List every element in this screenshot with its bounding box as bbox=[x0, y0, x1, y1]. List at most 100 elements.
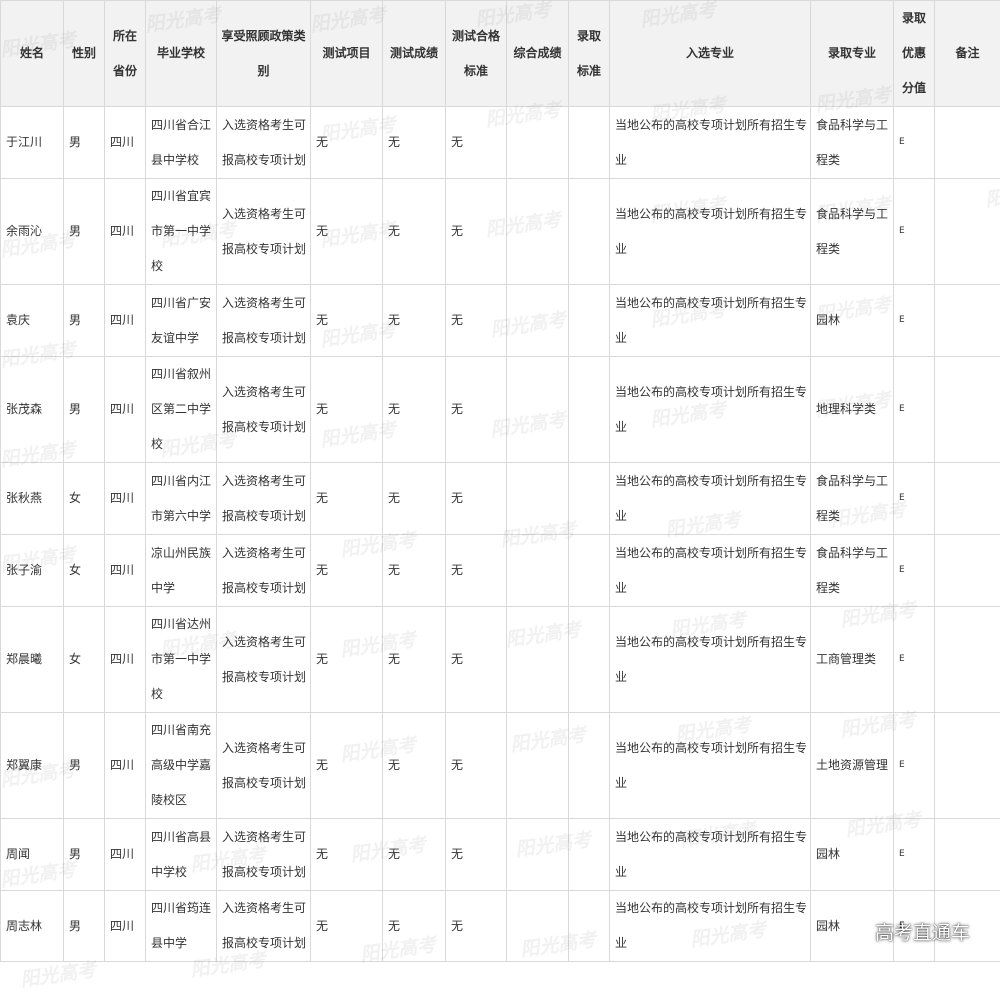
cell-gender: 男 bbox=[64, 107, 105, 179]
cell-composite-score bbox=[507, 607, 569, 713]
cell-selected-major: 当地公布的高校专项计划所有招生专业 bbox=[610, 819, 811, 891]
cell-school: 四川省高县中学校 bbox=[146, 819, 217, 891]
cell-pass-standard: 无 bbox=[446, 607, 507, 713]
cell-province: 四川 bbox=[105, 713, 146, 819]
cell-composite-score bbox=[507, 535, 569, 607]
cell-school: 凉山州民族中学 bbox=[146, 535, 217, 607]
cell-admission-standard bbox=[569, 607, 610, 713]
cell-remarks bbox=[935, 179, 1000, 285]
cell-admitted-major: 地理科学类 bbox=[811, 357, 894, 463]
cell-school: 四川省筠连县中学 bbox=[146, 891, 217, 962]
cell-test-item: 无 bbox=[311, 535, 383, 607]
cell-pass-standard: 无 bbox=[446, 891, 507, 962]
cell-pass-standard: 无 bbox=[446, 357, 507, 463]
cell-test-score: 无 bbox=[383, 357, 446, 463]
cell-school: 四川省叙州区第二中学校 bbox=[146, 357, 217, 463]
header-school: 毕业学校 bbox=[146, 1, 217, 107]
cell-school: 四川省达州市第一中学校 bbox=[146, 607, 217, 713]
cell-policy-category: 入选资格考生可报高校专项计划 bbox=[217, 891, 311, 962]
cell-name: 郑翼康 bbox=[1, 713, 64, 819]
header-selected-major: 入选专业 bbox=[610, 1, 811, 107]
cell-policy-category: 入选资格考生可报高校专项计划 bbox=[217, 713, 311, 819]
cell-admission-standard bbox=[569, 285, 610, 357]
cell-composite-score bbox=[507, 107, 569, 179]
cell-admitted-major: 食品科学与工程类 bbox=[811, 535, 894, 607]
cell-name: 张秋燕 bbox=[1, 463, 64, 535]
table-row: 张茂森男四川四川省叙州区第二中学校入选资格考生可报高校专项计划无无无当地公布的高… bbox=[1, 357, 1000, 463]
cell-bonus-points: E bbox=[894, 285, 935, 357]
cell-admission-standard bbox=[569, 107, 610, 179]
cell-name: 张子渝 bbox=[1, 535, 64, 607]
header-province: 所在省份 bbox=[105, 1, 146, 107]
cell-remarks bbox=[935, 891, 1000, 962]
cell-selected-major: 当地公布的高校专项计划所有招生专业 bbox=[610, 891, 811, 962]
cell-province: 四川 bbox=[105, 107, 146, 179]
cell-admission-standard bbox=[569, 891, 610, 962]
admission-table: 姓名 性别 所在省份 毕业学校 享受照顾政策类别 测试项目 测试成绩 测试合格标… bbox=[0, 0, 1000, 962]
table-row: 于江川男四川四川省合江县中学校入选资格考生可报高校专项计划无无无当地公布的高校专… bbox=[1, 107, 1000, 179]
cell-admitted-major: 食品科学与工程类 bbox=[811, 179, 894, 285]
cell-gender: 女 bbox=[64, 463, 105, 535]
cell-admitted-major: 园林 bbox=[811, 819, 894, 891]
cell-policy-category: 入选资格考生可报高校专项计划 bbox=[217, 357, 311, 463]
cell-test-score: 无 bbox=[383, 107, 446, 179]
cell-province: 四川 bbox=[105, 891, 146, 962]
cell-name: 余雨沁 bbox=[1, 179, 64, 285]
header-pass-standard: 测试合格标准 bbox=[446, 1, 507, 107]
cell-school: 四川省合江县中学校 bbox=[146, 107, 217, 179]
cell-admitted-major: 园林 bbox=[811, 891, 894, 962]
cell-test-score: 无 bbox=[383, 819, 446, 891]
cell-pass-standard: 无 bbox=[446, 819, 507, 891]
cell-gender: 男 bbox=[64, 891, 105, 962]
cell-gender: 女 bbox=[64, 607, 105, 713]
cell-bonus-points: E bbox=[894, 107, 935, 179]
cell-policy-category: 入选资格考生可报高校专项计划 bbox=[217, 535, 311, 607]
cell-composite-score bbox=[507, 285, 569, 357]
cell-admission-standard bbox=[569, 463, 610, 535]
header-gender: 性别 bbox=[64, 1, 105, 107]
cell-test-item: 无 bbox=[311, 891, 383, 962]
cell-selected-major: 当地公布的高校专项计划所有招生专业 bbox=[610, 179, 811, 285]
cell-test-item: 无 bbox=[311, 285, 383, 357]
cell-province: 四川 bbox=[105, 463, 146, 535]
cell-remarks bbox=[935, 357, 1000, 463]
cell-admitted-major: 工商管理类 bbox=[811, 607, 894, 713]
cell-bonus-points: E bbox=[894, 891, 935, 962]
cell-admission-standard bbox=[569, 535, 610, 607]
header-admission-standard: 录取标准 bbox=[569, 1, 610, 107]
cell-bonus-points: E bbox=[894, 357, 935, 463]
table-row: 余雨沁男四川四川省宜宾市第一中学校入选资格考生可报高校专项计划无无无当地公布的高… bbox=[1, 179, 1000, 285]
cell-test-item: 无 bbox=[311, 463, 383, 535]
cell-remarks bbox=[935, 463, 1000, 535]
header-name: 姓名 bbox=[1, 1, 64, 107]
cell-bonus-points: E bbox=[894, 535, 935, 607]
cell-name: 周闻 bbox=[1, 819, 64, 891]
cell-gender: 女 bbox=[64, 535, 105, 607]
cell-remarks bbox=[935, 107, 1000, 179]
cell-bonus-points: E bbox=[894, 713, 935, 819]
header-admitted-major: 录取专业 bbox=[811, 1, 894, 107]
cell-composite-score bbox=[507, 357, 569, 463]
cell-gender: 男 bbox=[64, 819, 105, 891]
cell-test-score: 无 bbox=[383, 285, 446, 357]
cell-test-score: 无 bbox=[383, 607, 446, 713]
cell-bonus-points: E bbox=[894, 463, 935, 535]
cell-pass-standard: 无 bbox=[446, 463, 507, 535]
header-test-score: 测试成绩 bbox=[383, 1, 446, 107]
cell-test-score: 无 bbox=[383, 535, 446, 607]
cell-name: 郑晨曦 bbox=[1, 607, 64, 713]
cell-bonus-points: E bbox=[894, 607, 935, 713]
cell-composite-score bbox=[507, 463, 569, 535]
cell-province: 四川 bbox=[105, 607, 146, 713]
table-row: 周闻男四川四川省高县中学校入选资格考生可报高校专项计划无无无当地公布的高校专项计… bbox=[1, 819, 1000, 891]
cell-composite-score bbox=[507, 891, 569, 962]
cell-admitted-major: 园林 bbox=[811, 285, 894, 357]
cell-province: 四川 bbox=[105, 535, 146, 607]
cell-admission-standard bbox=[569, 357, 610, 463]
cell-pass-standard: 无 bbox=[446, 535, 507, 607]
cell-bonus-points: E bbox=[894, 179, 935, 285]
cell-gender: 男 bbox=[64, 179, 105, 285]
cell-selected-major: 当地公布的高校专项计划所有招生专业 bbox=[610, 463, 811, 535]
cell-remarks bbox=[935, 535, 1000, 607]
header-bonus-points: 录取优惠分值 bbox=[894, 1, 935, 107]
